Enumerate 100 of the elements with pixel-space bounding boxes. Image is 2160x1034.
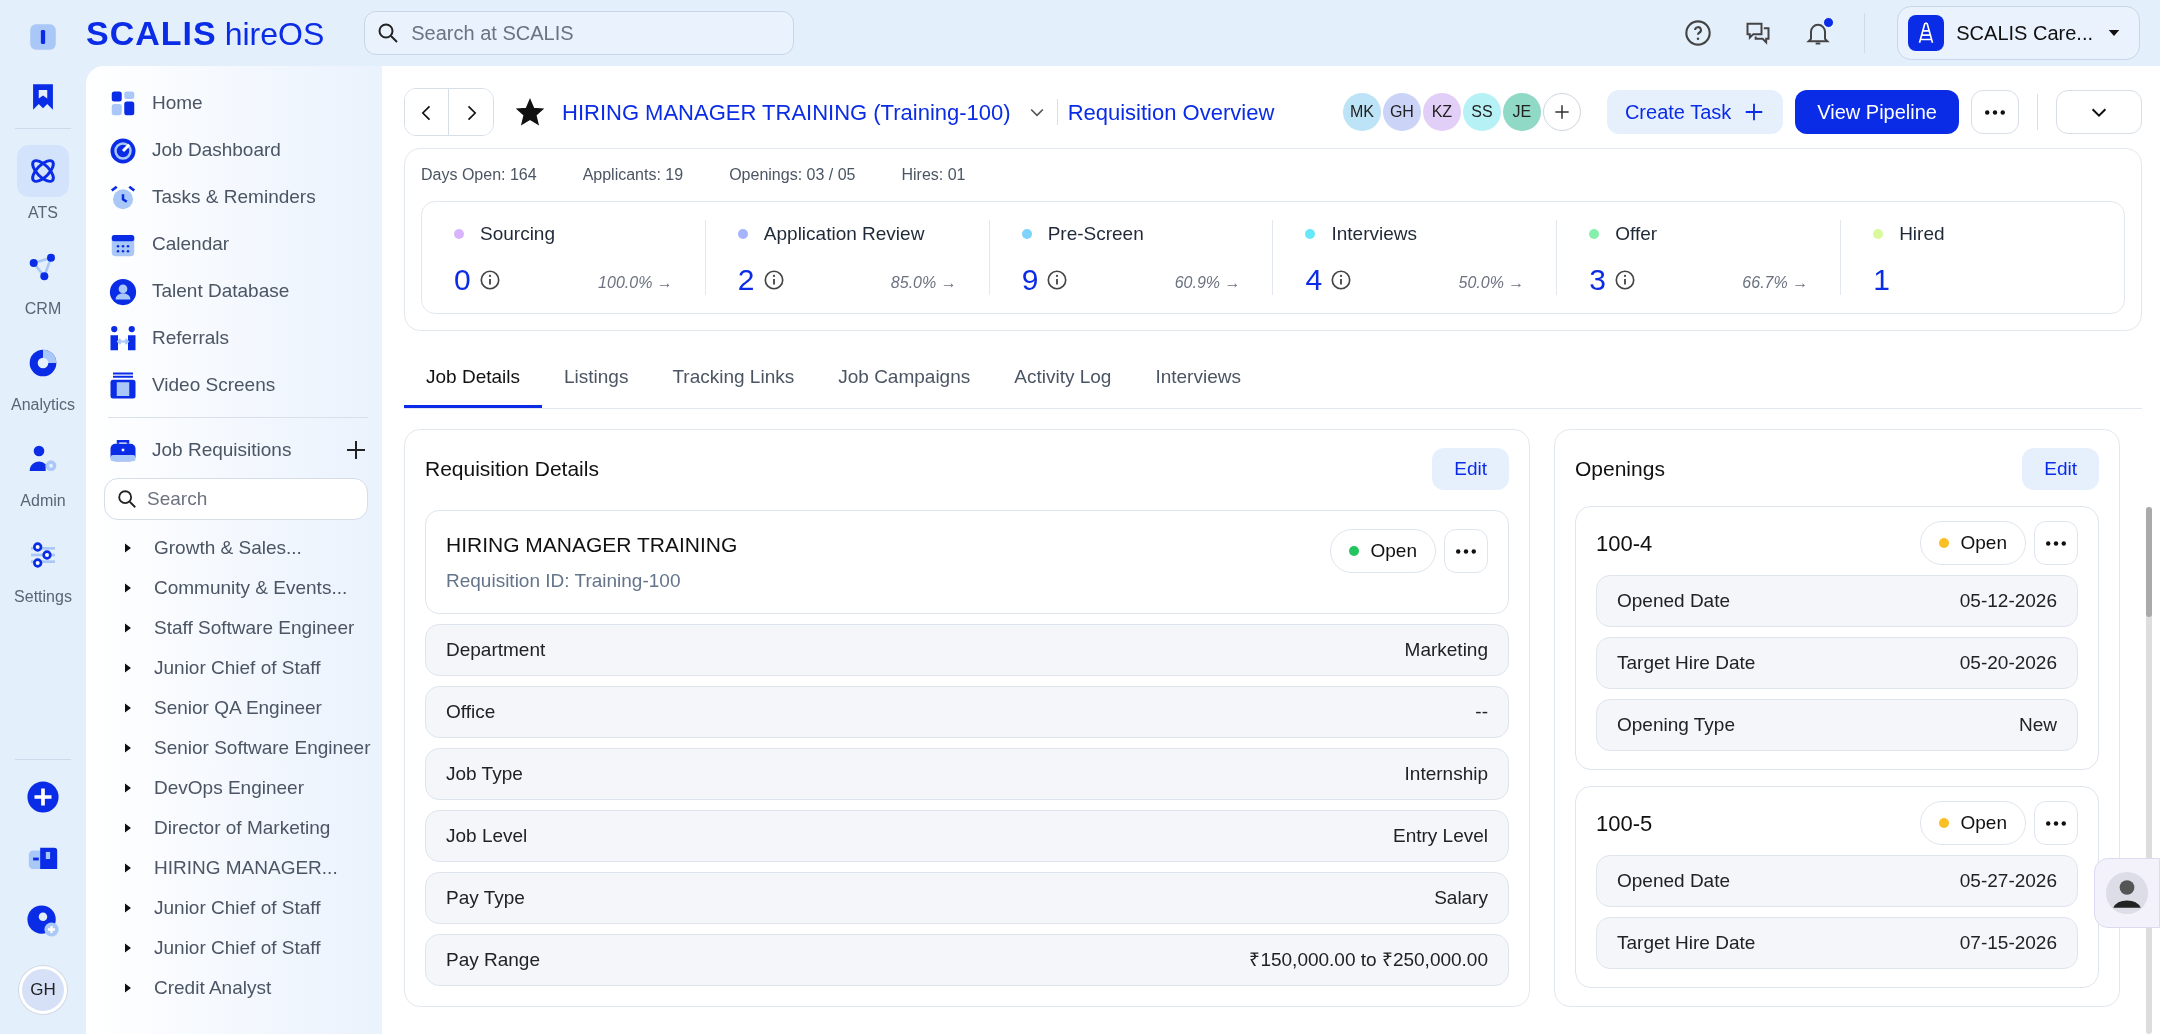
nav-item[interactable]: Job Dashboard <box>108 127 368 174</box>
status-label: Open <box>1370 538 1417 563</box>
rail-item[interactable]: Analytics <box>8 329 78 425</box>
status-pill[interactable]: Open <box>1919 801 2026 845</box>
info-icon[interactable] <box>1046 268 1069 291</box>
collaborator-avatar[interactable]: KZ <box>1422 93 1461 131</box>
stage-name: Hired <box>1899 222 1945 246</box>
tab[interactable]: Job Details <box>404 352 542 408</box>
stat-text: Openings: 03 / 05 <box>729 165 856 185</box>
rail-item[interactable]: Admin <box>8 425 78 521</box>
edit-button[interactable]: Edit <box>2022 448 2099 490</box>
search-field[interactable]: Search <box>104 478 368 520</box>
add-icon[interactable] <box>26 780 60 814</box>
user-add-icon[interactable] <box>26 904 60 938</box>
stat-text: Hires: 01 <box>901 165 966 185</box>
field-label: Pay Type <box>446 885 525 910</box>
requisition-item[interactable]: Growth & Sales... <box>108 528 368 568</box>
more-button[interactable] <box>1971 90 2019 134</box>
requisition-name: HIRING MANAGER TRAINING <box>446 532 738 558</box>
page-title: Requisition Overview <box>1067 98 1275 127</box>
search-field[interactable]: Search at SCALIS <box>364 11 795 55</box>
requisition-title[interactable]: HIRING MANAGER TRAINING (Training-100) <box>562 95 1011 129</box>
collaborator-avatar[interactable]: MK <box>1342 93 1381 131</box>
tab[interactable]: Tracking Links <box>650 352 817 408</box>
requisition-item[interactable]: Director of Marketing <box>108 808 368 848</box>
field-value: Internship <box>1404 761 1488 786</box>
rail-item[interactable]: Settings <box>8 521 78 617</box>
info-icon[interactable] <box>1330 268 1353 291</box>
field-value: Marketing <box>1404 637 1488 662</box>
add-collaborator-button[interactable] <box>1542 93 1581 131</box>
collaborator-avatar[interactable]: SS <box>1462 93 1501 131</box>
collaborator-avatar[interactable]: GH <box>1382 93 1421 131</box>
field-label: Department <box>446 637 546 662</box>
help-icon[interactable] <box>1684 19 1713 47</box>
card-title: Requisition Details <box>425 456 599 483</box>
requisition-item[interactable]: Community & Events... <box>108 568 368 608</box>
section-title: Job Requisitions <box>152 437 293 462</box>
more-icon <box>1985 109 2005 115</box>
field-value: ₹150,000.00 to ₹250,000.00 <box>1249 947 1488 972</box>
requisition-item[interactable]: Junior Chief of Staff <box>108 888 368 928</box>
stage-name: Interviews <box>1331 222 1417 246</box>
field-value: 05-12-2026 <box>1959 588 2057 613</box>
status-label: Open <box>1960 530 2007 555</box>
info-icon[interactable] <box>762 268 785 291</box>
field-label: Opening Type <box>1617 712 1735 737</box>
requisition-item[interactable]: Senior QA Engineer <box>108 688 368 728</box>
field-label: Job Level <box>446 823 528 848</box>
field-label: Opened Date <box>1617 868 1731 893</box>
requisition-item[interactable]: HIRING MANAGER... <box>108 848 368 888</box>
conversion-rate: 60.9% → <box>1174 272 1241 293</box>
field-label: Opened Date <box>1617 588 1731 613</box>
stage-name: Offer <box>1615 222 1658 246</box>
requisition-item[interactable]: Junior Chief of Staff <box>108 648 368 688</box>
collaborator-avatar[interactable]: JE <box>1502 93 1541 131</box>
requisition-item[interactable]: Credit Analyst <box>108 968 368 1008</box>
view-pipeline-button[interactable]: View Pipeline <box>1795 90 1959 134</box>
field-value: Salary <box>1434 885 1488 910</box>
stage-count: 9 <box>1021 264 1039 295</box>
rail-item[interactable]: CRM <box>8 233 78 329</box>
brand-product: hireOS <box>224 14 325 54</box>
nav-item[interactable]: Tasks & Reminders <box>108 174 368 221</box>
conversion-rate: 66.7% → <box>1742 272 1809 293</box>
more-button[interactable] <box>1444 529 1488 573</box>
stage-name: Application Review <box>763 222 925 246</box>
nav-item[interactable]: Home <box>108 80 368 127</box>
requisition-item[interactable]: Staff Software Engineer <box>108 608 368 648</box>
field-label: Pay Range <box>446 947 540 972</box>
plus-icon[interactable] <box>344 438 368 462</box>
nav-item[interactable]: Video Screens <box>108 362 368 409</box>
nav-item[interactable]: Referrals <box>108 315 368 362</box>
stat-text: Days Open: 164 <box>421 165 537 185</box>
account-switcher[interactable]: SCALIS Care... <box>1897 6 2140 60</box>
star-filled-icon[interactable] <box>516 98 544 126</box>
info-icon[interactable] <box>1614 268 1636 291</box>
more-button[interactable] <box>2034 521 2078 565</box>
more-icon <box>2046 820 2066 826</box>
field-value: New <box>2019 712 2057 737</box>
stage-name: Pre-Screen <box>1047 222 1144 246</box>
tab[interactable]: Interviews <box>1133 352 1263 408</box>
nav-item[interactable]: Talent Database <box>108 268 368 315</box>
create-task-button[interactable]: Create Task <box>1606 90 1784 134</box>
edit-button[interactable]: Edit <box>1432 448 1509 490</box>
tab[interactable]: Job Campaigns <box>816 352 993 408</box>
requisition-id: Requisition ID: Training-100 <box>446 568 682 593</box>
stage-count: 4 <box>1305 264 1323 295</box>
tab[interactable]: Activity Log <box>992 352 1134 408</box>
card-title: Openings <box>1575 456 1665 483</box>
conversion-rate: 50.0% → <box>1458 272 1525 293</box>
tab[interactable]: Listings <box>542 352 651 408</box>
requisition-item[interactable]: Junior Chief of Staff <box>108 928 368 968</box>
requisition-item[interactable]: DevOps Engineer <box>108 768 368 808</box>
info-icon[interactable] <box>478 268 501 291</box>
person-icon <box>2105 871 2149 915</box>
user-avatar[interactable]: GH <box>19 966 67 1014</box>
assistant-button[interactable] <box>2094 858 2160 928</box>
more-button[interactable] <box>2034 801 2078 845</box>
status-pill[interactable]: Open <box>1919 521 2026 565</box>
nav-item[interactable]: Calendar <box>108 221 368 268</box>
rail-item[interactable]: ATS <box>8 137 78 233</box>
status-pill[interactable]: Open <box>1329 529 1436 573</box>
